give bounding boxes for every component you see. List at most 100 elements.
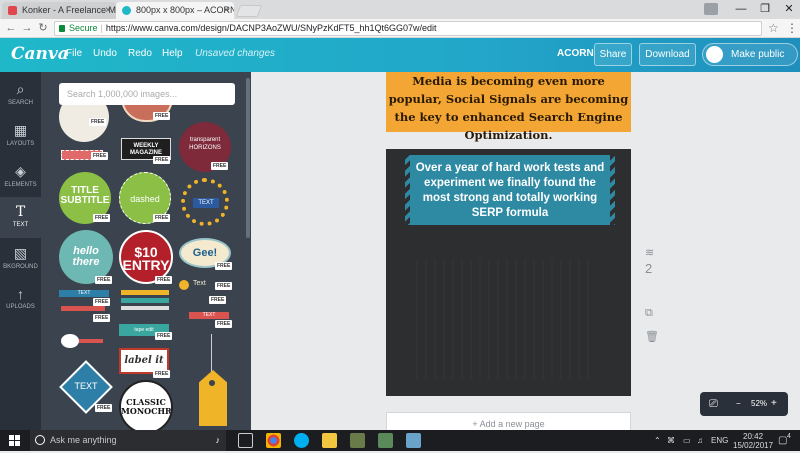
free-badge: FREE	[93, 298, 111, 306]
text-style-hello-there[interactable]: hello there FREE	[59, 230, 115, 290]
windows-start-icon[interactable]	[9, 435, 20, 446]
back-icon[interactable]: ←	[4, 21, 18, 35]
chrome-icon[interactable]	[266, 433, 281, 448]
network-icon[interactable]: ⌘	[667, 430, 675, 451]
task-view-icon[interactable]	[238, 433, 253, 448]
text-style-tags[interactable]: Text FREE FREE TEXT FREE	[179, 278, 235, 328]
rail-search[interactable]: ⌕ SEARCH	[0, 74, 41, 115]
tray-chevron-icon[interactable]: ⌃	[654, 430, 661, 451]
text-style-classic-monochrome[interactable]: CLASSIC MONOCHROME	[119, 380, 175, 430]
text-style-ribbons[interactable]: TEXT FREE FREE	[59, 288, 115, 328]
text-elements-panel: dotted FREE FREE FREE WEEKLY MAGAZINE FR…	[41, 72, 251, 430]
close-tab-icon[interactable]: ×	[105, 2, 111, 19]
text-style-tape-edit[interactable]: tape edit FREE	[119, 322, 175, 344]
rail-text[interactable]: T TEXT	[0, 197, 41, 238]
cortana-search[interactable]: Ask me anything ♪	[30, 430, 226, 451]
notification-count: 4	[787, 433, 791, 440]
present-icon[interactable]: ⎚	[709, 392, 718, 416]
profile-icon[interactable]	[704, 3, 718, 15]
mini-tag-line	[79, 339, 103, 343]
rail-layouts[interactable]: ▦ LAYOUTS	[0, 115, 41, 156]
rail-elements[interactable]: ◈ ELEMENTS	[0, 156, 41, 197]
text-style-mini-tag[interactable]	[59, 330, 115, 356]
download-button[interactable]: Download	[639, 43, 696, 66]
canva-favicon-icon	[122, 6, 131, 15]
close-tab-icon[interactable]: ×	[223, 2, 229, 19]
text-style-transparent-horizons[interactable]: transparent HORIZONS FREE	[179, 122, 233, 174]
delete-page-icon[interactable]: 🗑	[645, 330, 659, 343]
price-tag-shape	[199, 370, 227, 426]
text-style-dashed[interactable]: dashed FREE	[119, 172, 173, 226]
free-badge: FREE	[95, 276, 113, 284]
free-badge: FREE	[91, 152, 109, 160]
text-banner[interactable]: Over a year of hard work tests and exper…	[404, 155, 616, 225]
sunburst-label: TEXT	[193, 198, 219, 208]
text-style-gee[interactable]: Gee! FREE	[179, 238, 235, 274]
page-number: 2	[645, 261, 653, 276]
rail-uploads[interactable]: ↑ UPLOADS	[0, 279, 41, 320]
text-style-title-subtitle[interactable]: TITLE SUBTITLE FREE	[59, 172, 113, 226]
app-icon[interactable]	[350, 433, 365, 448]
new-tab-button[interactable]	[235, 5, 263, 17]
text-style-10-entry[interactable]: $10 ENTRY FREE	[119, 230, 175, 290]
rail-label: LAYOUTS	[6, 141, 35, 147]
elements-icon: ◈	[15, 163, 26, 179]
clock[interactable]: 20:42 15/02/2017	[733, 432, 773, 453]
zoom-out-button[interactable]: −	[736, 392, 741, 416]
text-style-sunburst[interactable]: TEXT	[179, 176, 233, 230]
free-badge: FREE	[153, 156, 171, 164]
add-page-button[interactable]: + Add a new page	[386, 412, 631, 430]
design-name[interactable]: ACORN	[557, 48, 594, 59]
clock-time: 20:42	[743, 432, 764, 441]
konker-favicon-icon	[8, 6, 17, 15]
undo-button[interactable]: Undo	[93, 48, 117, 59]
help-menu[interactable]: Help	[162, 48, 183, 59]
zoom-in-button[interactable]: +	[771, 392, 777, 416]
language-indicator[interactable]: ENG	[711, 430, 728, 451]
canva-logo[interactable]: Canva	[11, 44, 69, 64]
zoom-level: 52%	[751, 399, 768, 408]
redo-button[interactable]: Redo	[128, 48, 152, 59]
duplicate-page-icon[interactable]: ⧉	[645, 307, 653, 320]
design-page-2[interactable]: Over a year of hard work tests and exper…	[386, 149, 631, 396]
text-style-label-it[interactable]: label it FREE	[119, 348, 175, 378]
browser-tab[interactable]: Konker - A Freelance Ma ×	[2, 2, 116, 19]
app-icon[interactable]	[406, 433, 421, 448]
file-explorer-icon[interactable]	[322, 433, 337, 448]
rail-background[interactable]: ▧ BKGROUND	[0, 238, 41, 279]
file-menu[interactable]: File	[66, 48, 82, 59]
design-page-1[interactable]: Media is becoming even more popular, Soc…	[386, 72, 631, 142]
skype-icon[interactable]	[294, 433, 309, 448]
page1-text[interactable]: Media is becoming even more popular, Soc…	[389, 74, 629, 142]
free-badge: FREE	[95, 404, 113, 412]
make-public-toggle[interactable]: Make public	[702, 43, 798, 66]
scrollbar-thumb[interactable]	[246, 78, 250, 238]
free-badge: FREE	[93, 214, 111, 222]
text-icon: T	[15, 204, 26, 220]
minimize-button[interactable]: —	[728, 0, 754, 19]
page-layers-icon[interactable]: ≋	[645, 246, 654, 259]
rail-label: ELEMENTS	[4, 182, 37, 188]
rail-label: SEARCH	[7, 100, 33, 106]
text-style-price-tag[interactable]	[199, 334, 241, 430]
free-badge: FREE	[211, 162, 229, 170]
text-style-weekly-magazine[interactable]: FREE WEEKLY MAGAZINE FREE	[119, 98, 175, 166]
image-search-input[interactable]: Search 1,000,000 images...	[59, 83, 235, 105]
volume-icon[interactable]: ♫	[697, 430, 703, 451]
reload-icon[interactable]: ↻	[36, 21, 50, 35]
url-input[interactable]: Secure | https://www.canva.com/design/DACN…	[54, 21, 762, 36]
text-style-dotted[interactable]: dotted FREE FREE	[59, 92, 109, 164]
free-badge: FREE	[155, 276, 173, 284]
battery-icon[interactable]: ▭	[683, 430, 691, 451]
close-window-button[interactable]: ✕	[776, 0, 800, 19]
toggle-knob	[706, 46, 723, 63]
app-icon[interactable]	[378, 433, 393, 448]
bookmark-star-icon[interactable]: ☆	[768, 21, 779, 35]
browser-menu-icon[interactable]: ⋮	[786, 21, 798, 35]
microphone-icon[interactable]: ♪	[216, 430, 221, 451]
share-button[interactable]: Share	[594, 43, 632, 66]
text-style-framed-text[interactable]: TEXT FREE	[59, 360, 115, 420]
forward-icon[interactable]: →	[20, 21, 34, 35]
maximize-button[interactable]: ❐	[752, 0, 778, 19]
browser-tab-active[interactable]: 800px x 800px – ACORN ×	[116, 2, 234, 19]
